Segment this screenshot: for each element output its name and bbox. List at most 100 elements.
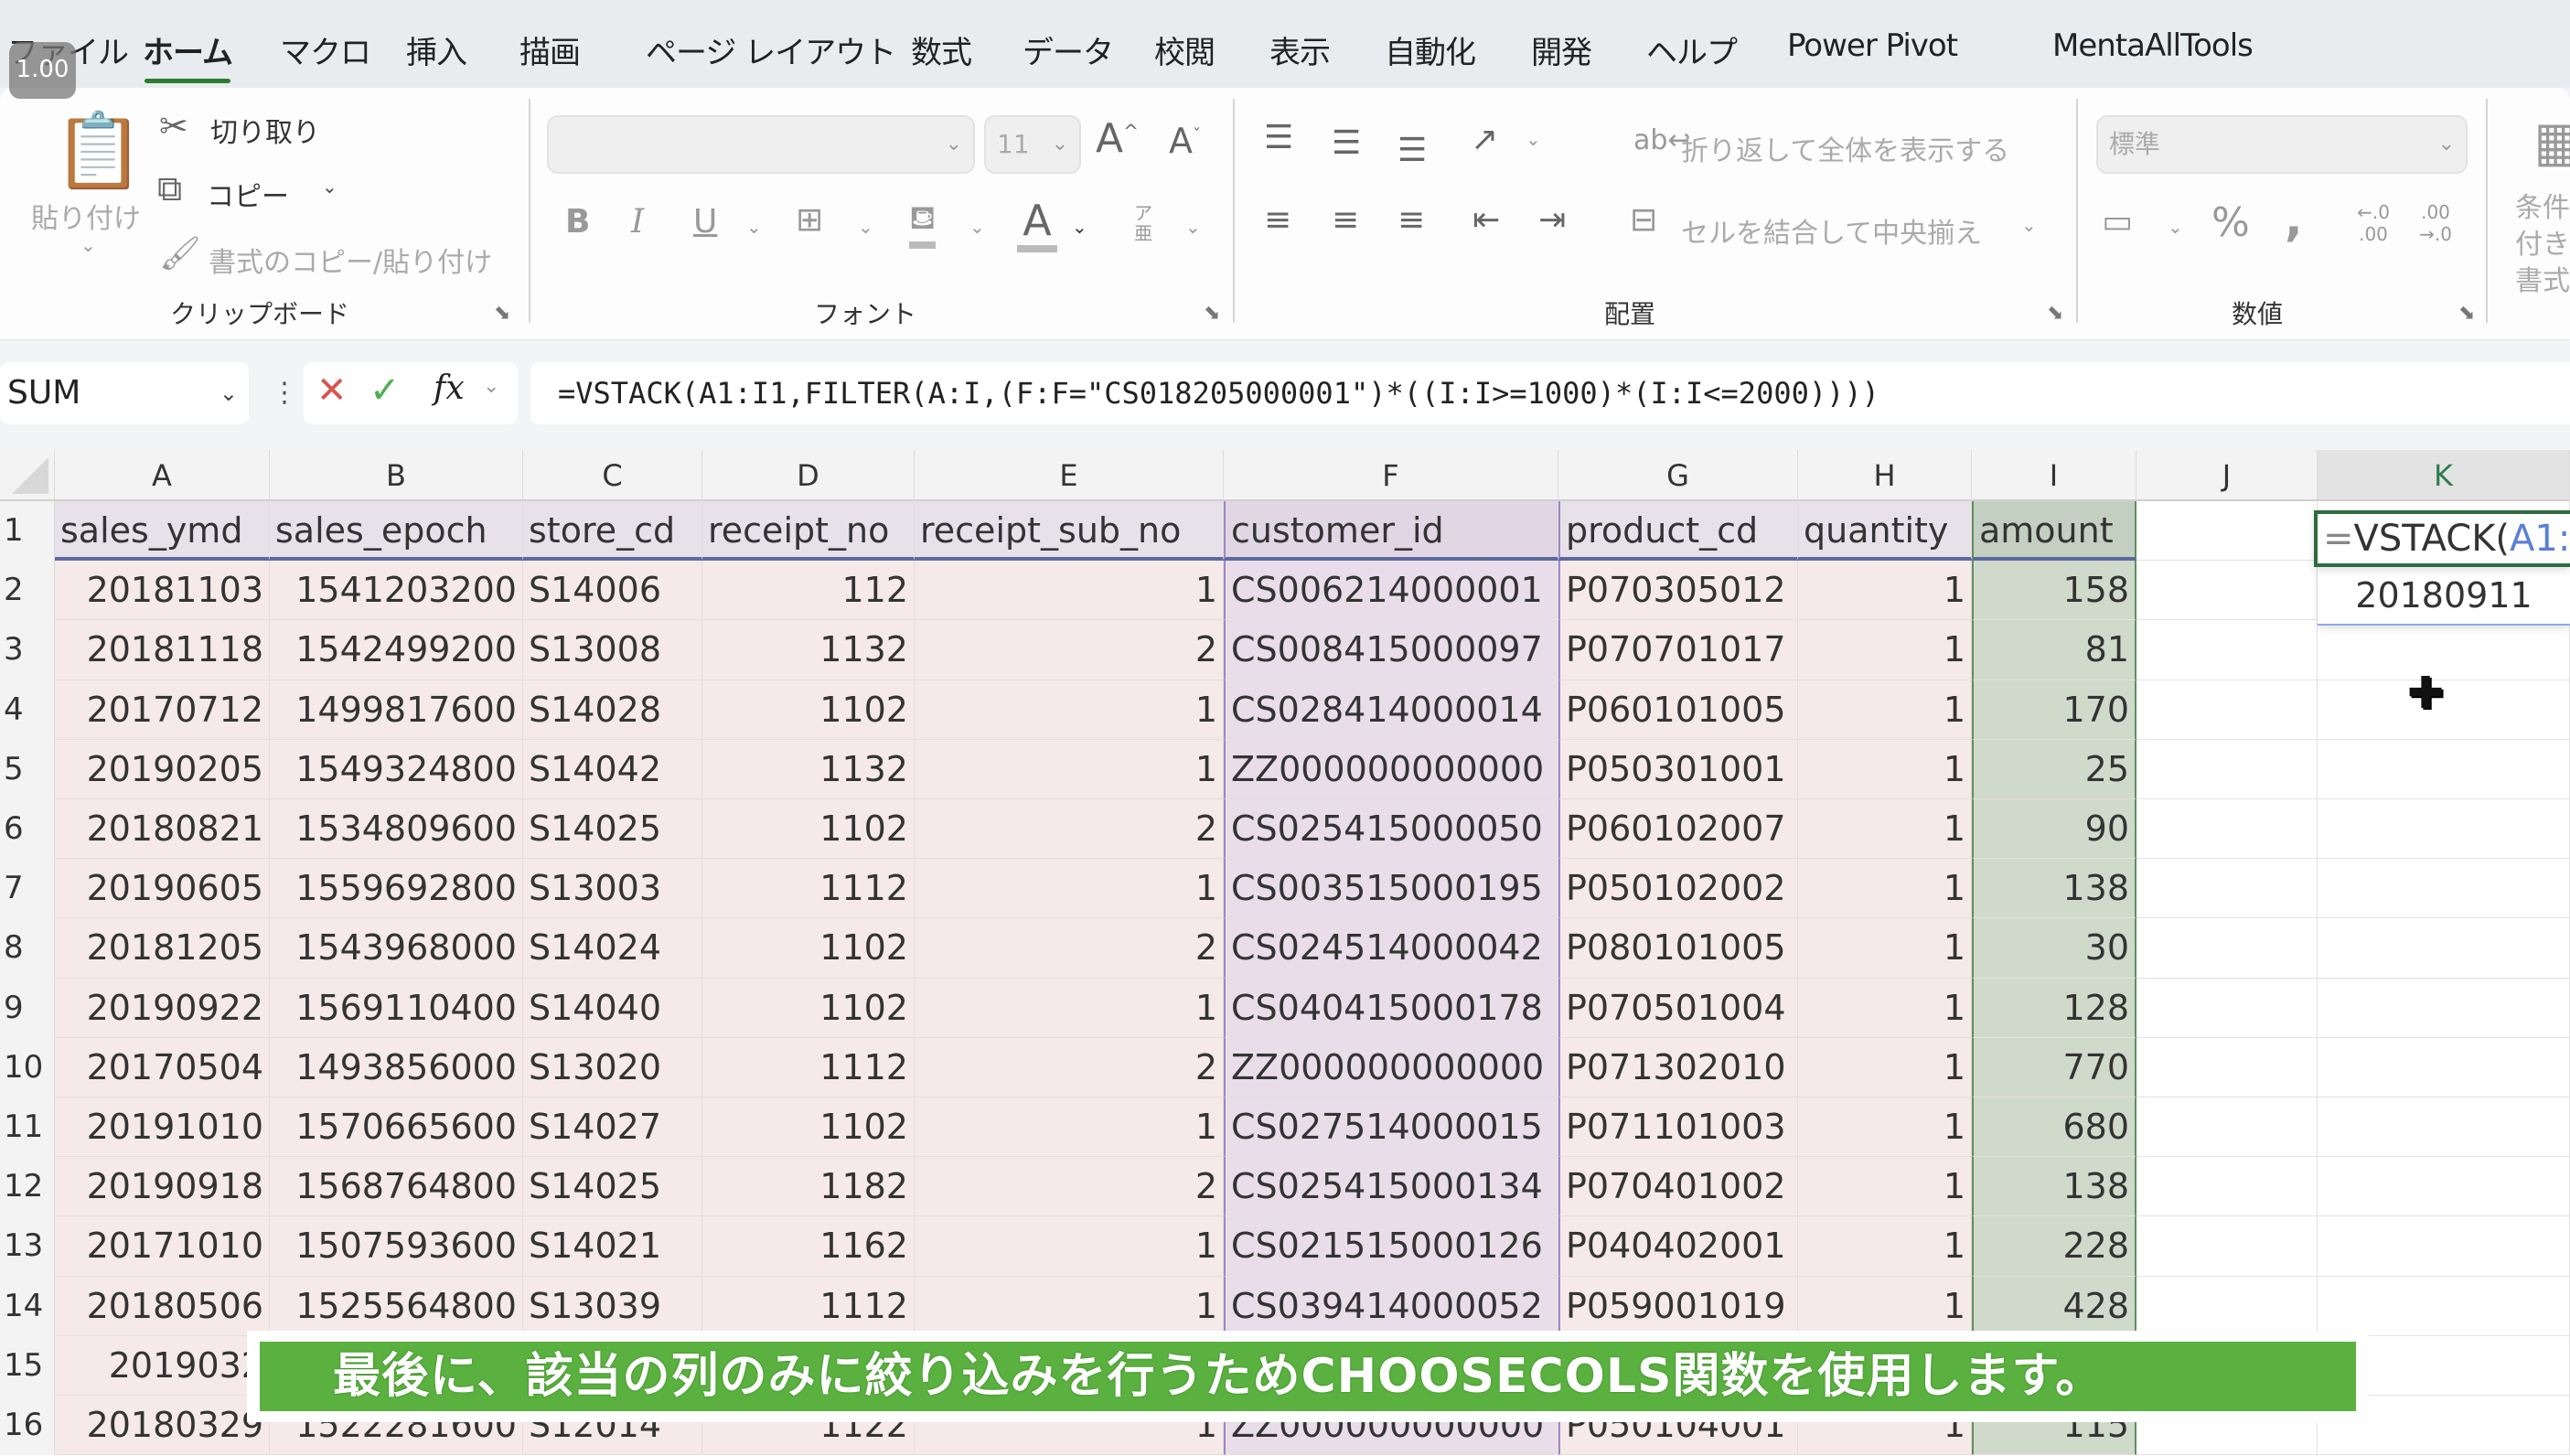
empty-cell[interactable] bbox=[2136, 1276, 2318, 1336]
row-header[interactable]: 13 bbox=[0, 1216, 55, 1277]
table-cell[interactable]: 2 bbox=[915, 1037, 1224, 1097]
table-cell[interactable]: 20181118 bbox=[55, 620, 270, 680]
table-cell[interactable]: 1 bbox=[915, 739, 1224, 799]
conditional-format-icon[interactable]: ▦ bbox=[2533, 110, 2570, 174]
table-cell[interactable]: S14024 bbox=[523, 918, 702, 979]
table-cell[interactable]: P080101005 bbox=[1558, 918, 1798, 979]
empty-cell[interactable] bbox=[2136, 1097, 2318, 1158]
row-header[interactable]: 6 bbox=[0, 799, 55, 860]
tab-13[interactable]: Power Pivot bbox=[1787, 27, 1958, 64]
phonetic-guide-icon[interactable]: ア亜 bbox=[1132, 203, 1154, 243]
table-cell[interactable]: 1 bbox=[915, 561, 1224, 621]
column-header-c[interactable]: C bbox=[523, 450, 702, 501]
alignment-launcher-icon[interactable]: ⬊ bbox=[2047, 302, 2063, 325]
merge-dropdown-icon[interactable]: ⌄ bbox=[2021, 214, 2037, 236]
table-cell[interactable]: CS040415000178 bbox=[1224, 978, 1558, 1038]
table-cell[interactable]: 1132 bbox=[702, 739, 915, 799]
merge-center-button[interactable]: セルを結合して中央揃え bbox=[1681, 210, 1982, 251]
row-header[interactable]: 15 bbox=[0, 1335, 55, 1396]
table-cell[interactable]: 1182 bbox=[702, 1157, 915, 1217]
format-painter-button[interactable]: 書式のコピー/貼り付け bbox=[209, 240, 492, 280]
header-cell[interactable]: amount bbox=[1972, 501, 2136, 562]
table-cell[interactable]: 112 bbox=[702, 561, 915, 621]
table-cell[interactable]: 1534809600 bbox=[270, 799, 523, 860]
underline-button[interactable]: U bbox=[693, 203, 717, 241]
table-cell[interactable]: 1569110400 bbox=[270, 978, 523, 1038]
empty-cell[interactable] bbox=[2318, 859, 2570, 919]
empty-cell[interactable] bbox=[2318, 739, 2570, 799]
table-cell[interactable]: 1112 bbox=[702, 859, 915, 919]
merge-center-icon[interactable]: ⊟ bbox=[1630, 201, 1657, 239]
name-box[interactable]: SUM ⌄ bbox=[0, 362, 249, 424]
cell-k1-editor[interactable]: =VSTACK(A1:I bbox=[2314, 510, 2570, 567]
table-cell[interactable]: ZZ000000000000 bbox=[1224, 1037, 1558, 1097]
table-cell[interactable]: 90 bbox=[1972, 799, 2136, 860]
table-cell[interactable]: 1162 bbox=[702, 1216, 915, 1277]
number-launcher-icon[interactable]: ⬊ bbox=[2458, 302, 2475, 325]
table-cell[interactable]: 1102 bbox=[702, 1097, 915, 1158]
empty-cell[interactable] bbox=[2318, 1157, 2570, 1217]
column-header-f[interactable]: F bbox=[1224, 450, 1558, 501]
table-cell[interactable]: P070305012 bbox=[1558, 561, 1798, 621]
table-cell[interactable]: 1102 bbox=[702, 978, 915, 1038]
header-cell[interactable]: store_cd bbox=[523, 501, 702, 562]
shrink-font-icon[interactable]: Aˇ bbox=[1169, 121, 1201, 161]
table-cell[interactable]: 20181103 bbox=[55, 561, 270, 621]
table-cell[interactable]: CS025415000050 bbox=[1224, 799, 1558, 860]
table-cell[interactable]: 2 bbox=[915, 1157, 1224, 1217]
empty-cell[interactable] bbox=[2136, 978, 2318, 1038]
column-header-g[interactable]: G bbox=[1558, 450, 1798, 501]
table-cell[interactable]: ZZ000000000000 bbox=[1224, 739, 1558, 799]
font-name-select[interactable]: ⌄ bbox=[547, 115, 975, 174]
comma-style-button[interactable]: , bbox=[2285, 192, 2303, 247]
table-cell[interactable]: S14021 bbox=[523, 1216, 702, 1277]
fill-color-dropdown-icon[interactable]: ⌄ bbox=[969, 216, 985, 238]
table-cell[interactable]: S13039 bbox=[523, 1276, 702, 1336]
table-cell[interactable]: 1507593600 bbox=[270, 1216, 523, 1277]
phonetic-dropdown-icon[interactable]: ⌄ bbox=[1185, 216, 1201, 238]
table-cell[interactable]: 81 bbox=[1972, 620, 2136, 680]
table-cell[interactable]: 1 bbox=[915, 1276, 1224, 1336]
empty-cell[interactable] bbox=[2136, 859, 2318, 919]
empty-cell[interactable] bbox=[2136, 1157, 2318, 1217]
table-cell[interactable]: P050102002 bbox=[1558, 859, 1798, 919]
table-cell[interactable]: S14025 bbox=[523, 799, 702, 860]
row-header[interactable]: 4 bbox=[0, 680, 55, 740]
table-cell[interactable]: 138 bbox=[1972, 1157, 2136, 1217]
table-cell[interactable]: 20180329 bbox=[55, 1396, 270, 1456]
table-cell[interactable]: P050301001 bbox=[1558, 739, 1798, 799]
table-cell[interactable]: 20190922 bbox=[55, 978, 270, 1038]
header-cell[interactable]: quantity bbox=[1798, 501, 1972, 562]
tab-8[interactable]: 校閲 bbox=[1154, 27, 1215, 72]
empty-cell[interactable] bbox=[2136, 620, 2318, 680]
table-cell[interactable]: S14027 bbox=[523, 1097, 702, 1158]
table-cell[interactable]: 20171010 bbox=[55, 1216, 270, 1277]
empty-cell[interactable] bbox=[2318, 1276, 2570, 1336]
font-color-button[interactable]: A bbox=[1017, 196, 1057, 252]
percent-style-button[interactable]: % bbox=[2211, 199, 2250, 246]
empty-cell[interactable] bbox=[2318, 799, 2570, 860]
table-cell[interactable]: P060101005 bbox=[1558, 680, 1798, 740]
table-cell[interactable]: 1102 bbox=[702, 799, 915, 860]
tab-9[interactable]: 表示 bbox=[1269, 27, 1331, 72]
more-options-icon[interactable]: ⋮ bbox=[271, 377, 298, 409]
clipboard-launcher-icon[interactable]: ⬊ bbox=[494, 302, 510, 325]
table-cell[interactable]: 1 bbox=[1798, 1097, 1972, 1158]
formula-input[interactable]: =VSTACK(A1:I1,FILTER(A:I,(F:F="CS0182050… bbox=[530, 362, 2570, 424]
table-cell[interactable]: CS008415000097 bbox=[1224, 620, 1558, 680]
scissors-icon[interactable]: ✂ bbox=[159, 106, 188, 146]
table-cell[interactable]: 1 bbox=[915, 680, 1224, 740]
cancel-button[interactable]: ✕ bbox=[316, 369, 348, 412]
align-bottom-icon[interactable]: ☰ bbox=[1397, 132, 1427, 169]
empty-cell[interactable] bbox=[2318, 978, 2570, 1038]
table-cell[interactable]: 1102 bbox=[702, 680, 915, 740]
table-cell[interactable]: 1543968000 bbox=[270, 918, 523, 979]
wrap-text-button[interactable]: 折り返して全体を表示する bbox=[1681, 128, 2009, 168]
bold-button[interactable]: B bbox=[565, 203, 590, 241]
align-left-icon[interactable]: ≡ bbox=[1264, 201, 1291, 239]
increase-indent-icon[interactable]: ⇥ bbox=[1538, 201, 1566, 239]
row-header[interactable]: 12 bbox=[0, 1157, 55, 1217]
row-header[interactable]: 9 bbox=[0, 978, 55, 1038]
tab-12[interactable]: ヘルプ bbox=[1646, 27, 1738, 72]
empty-cell[interactable] bbox=[2318, 1216, 2570, 1277]
